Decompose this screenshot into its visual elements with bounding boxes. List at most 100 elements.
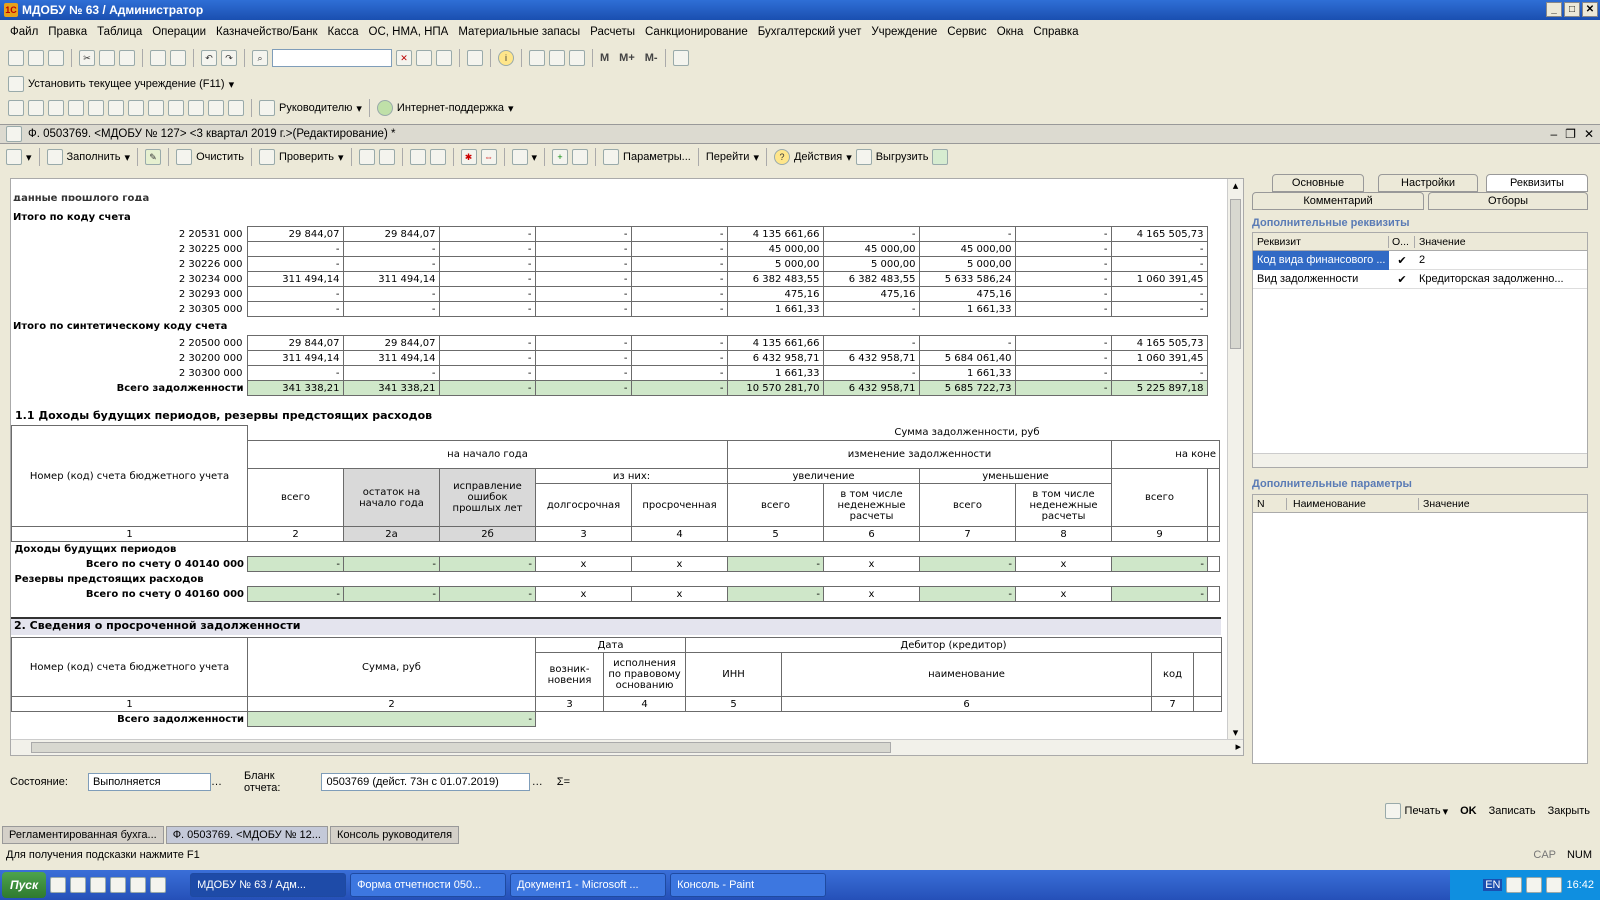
total-cell[interactable]: - <box>534 380 632 396</box>
value-cell[interactable]: - <box>343 556 440 572</box>
value-cell[interactable]: - <box>1110 301 1208 317</box>
value-cell[interactable]: - <box>630 286 728 302</box>
value-cell[interactable]: - <box>822 335 920 351</box>
value-cell[interactable]: x <box>823 586 920 602</box>
menu-item[interactable]: Правка <box>48 26 87 38</box>
value-cell[interactable]: - <box>630 241 728 257</box>
value-cell[interactable]: - <box>247 586 344 602</box>
new-icon[interactable] <box>8 50 24 66</box>
value-cell[interactable]: - <box>438 226 536 242</box>
find-next-icon[interactable] <box>416 50 432 66</box>
requisite-value[interactable]: 2 <box>1415 254 1425 266</box>
value-cell[interactable]: 45 000,00 <box>822 241 920 257</box>
value-cell[interactable]: - <box>1014 301 1112 317</box>
value-cell[interactable]: - <box>822 226 920 242</box>
print-button[interactable]: Печать <box>1405 805 1441 817</box>
check-icon[interactable]: ✔ <box>1389 254 1415 267</box>
requisite-value[interactable]: Кредиторская задолженно... <box>1415 273 1585 285</box>
window-tab-accounting[interactable]: Регламентированная бухга... <box>2 826 164 844</box>
firefox-icon[interactable] <box>150 877 167 893</box>
value-cell[interactable]: - <box>1014 335 1112 351</box>
value-cell[interactable]: - <box>534 226 632 242</box>
value-cell[interactable]: - <box>246 286 344 302</box>
value-cell[interactable]: - <box>342 256 440 272</box>
value-cell[interactable]: - <box>630 256 728 272</box>
preview-icon[interactable] <box>170 50 186 66</box>
menu-item[interactable]: Казначейство/Банк <box>216 26 317 38</box>
doc-minimize-icon[interactable]: – <box>1550 127 1557 141</box>
report-icon[interactable] <box>108 100 124 116</box>
merge-icon[interactable]: ⇔ <box>480 149 497 165</box>
horizontal-scrollbar[interactable]: ▸ <box>11 739 1243 755</box>
menu-item[interactable]: Санкционирование <box>645 26 748 38</box>
split-icon[interactable]: ✱ <box>460 149 477 165</box>
vertical-scrollbar[interactable]: ▴ ▾ <box>1227 179 1243 739</box>
menu-item[interactable]: Бухгалтерский учет <box>758 26 862 38</box>
col-n[interactable]: N <box>1253 497 1287 510</box>
tab-settings[interactable]: Настройки <box>1378 174 1478 192</box>
total-cell[interactable]: 6 432 958,71 <box>822 380 920 396</box>
search-input[interactable] <box>272 49 392 67</box>
open-icon[interactable] <box>28 50 44 66</box>
value-cell[interactable]: 29 844,07 <box>342 226 440 242</box>
print-icon[interactable] <box>150 50 166 66</box>
value-cell[interactable]: 311 494,14 <box>342 350 440 366</box>
ellipsis-icon[interactable]: … <box>532 776 543 788</box>
value-cell[interactable]: x <box>631 586 728 602</box>
check-icon[interactable]: ✔ <box>1389 273 1415 286</box>
task-form[interactable]: Форма отчетности 050... <box>350 873 507 897</box>
report-icon[interactable] <box>148 100 164 116</box>
value-cell[interactable]: - <box>534 365 632 381</box>
report-icon[interactable] <box>88 100 104 116</box>
value-cell[interactable]: 5 684 061,40 <box>918 350 1016 366</box>
start-button[interactable]: Пуск <box>2 872 47 898</box>
value-cell[interactable]: x <box>535 586 632 602</box>
check-button[interactable]: Проверить <box>279 151 334 163</box>
value-cell[interactable]: - <box>438 286 536 302</box>
report-icon[interactable] <box>228 100 244 116</box>
scroll-thumb[interactable] <box>1230 199 1241 349</box>
report-icon[interactable] <box>188 100 204 116</box>
value-cell[interactable]: 4 165 505,73 <box>1110 226 1208 242</box>
support-button[interactable]: Интернет-поддержка <box>397 102 504 114</box>
menu-item[interactable]: Справка <box>1033 26 1078 38</box>
value-cell[interactable]: - <box>1014 286 1112 302</box>
col-requisite[interactable]: Реквизит <box>1253 235 1389 248</box>
tray-icon[interactable] <box>1546 877 1563 893</box>
memory-plus-button[interactable]: M+ <box>619 52 635 64</box>
value-cell[interactable]: - <box>342 301 440 317</box>
close-icon[interactable]: ✕ <box>1582 2 1598 17</box>
col-value[interactable]: Значение <box>1415 236 1466 248</box>
tab-requisites[interactable]: Реквизиты <box>1486 174 1588 192</box>
total-debt-sum[interactable]: - <box>247 711 536 727</box>
collapse-icon[interactable] <box>409 149 426 165</box>
requisites-table[interactable]: Реквизит О... Значение Код вида финансовог… <box>1252 232 1588 468</box>
value-cell[interactable]: - <box>246 365 344 381</box>
menu-item[interactable]: Таблица <box>97 26 142 38</box>
menu-item[interactable]: Сервис <box>947 26 986 38</box>
value-cell[interactable]: x <box>631 556 728 572</box>
value-cell[interactable]: 475,16 <box>822 286 920 302</box>
value-cell[interactable]: 1 060 391,45 <box>1110 350 1208 366</box>
value-cell[interactable]: - <box>1014 226 1112 242</box>
task-paint[interactable]: Консоль - Paint <box>670 873 827 897</box>
excel-icon[interactable] <box>932 149 949 165</box>
value-cell[interactable]: x <box>823 556 920 572</box>
params-button[interactable]: Параметры... <box>623 151 691 163</box>
find-prev-icon[interactable] <box>436 50 452 66</box>
tools-icon[interactable] <box>672 50 689 66</box>
value-cell[interactable]: - <box>918 226 1016 242</box>
value-cell[interactable]: - <box>246 241 344 257</box>
menu-item[interactable]: Учреждение <box>871 26 937 38</box>
report-icon[interactable] <box>168 100 184 116</box>
value-cell[interactable]: 4 165 505,73 <box>1110 335 1208 351</box>
total-cell[interactable]: - <box>1014 380 1112 396</box>
value-cell[interactable]: - <box>630 301 728 317</box>
scroll-down-icon[interactable]: ▾ <box>1228 726 1243 739</box>
report-icon[interactable] <box>68 100 84 116</box>
menu-item[interactable]: Расчеты <box>590 26 635 38</box>
value-cell[interactable]: 45 000,00 <box>918 241 1016 257</box>
actions-button[interactable]: Действия <box>794 151 842 163</box>
total-cell[interactable]: - <box>438 380 536 396</box>
col-param-value[interactable]: Значение <box>1419 498 1470 510</box>
